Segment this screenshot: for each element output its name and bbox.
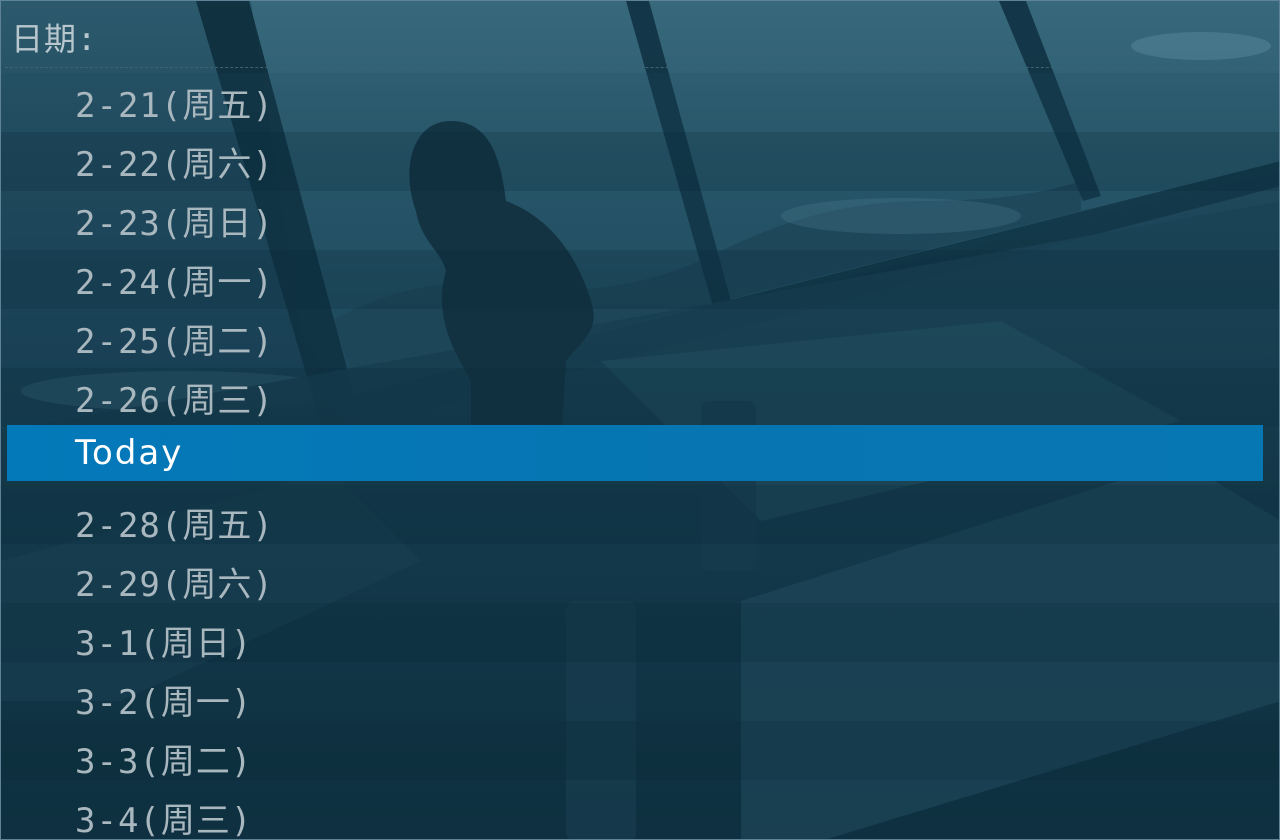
- date-list: 2-21(周五) 2-22(周六) 2-23(周日) 2-24(周一) 2-25…: [7, 73, 1263, 839]
- list-item[interactable]: 2-24(周一): [7, 250, 1263, 309]
- prompt-label: 日期:: [11, 20, 98, 58]
- list-item[interactable]: 2-21(周五): [7, 73, 1263, 132]
- list-item[interactable]: 2-26(周三): [7, 368, 1263, 427]
- list-item[interactable]: 2-29(周六): [7, 552, 1263, 611]
- list-item[interactable]: 3-1(周日): [7, 611, 1263, 670]
- list-item[interactable]: 2-28(周五): [7, 493, 1263, 552]
- prompt-separator: [5, 67, 1279, 68]
- list-item[interactable]: 2-25(周二): [7, 309, 1263, 368]
- launcher-window: 日期: 2-21(周五) 2-22(周六) 2-23(周日) 2-24(周一) …: [0, 0, 1280, 840]
- list-item[interactable]: 3-2(周一): [7, 670, 1263, 729]
- list-item[interactable]: 2-22(周六): [7, 132, 1263, 191]
- list-item[interactable]: 3-3(周二): [7, 729, 1263, 788]
- list-item[interactable]: 3-4(周三): [7, 788, 1263, 839]
- list-item-selected[interactable]: Today: [7, 425, 1263, 481]
- date-selector-menu: 日期: 2-21(周五) 2-22(周六) 2-23(周日) 2-24(周一) …: [1, 1, 1279, 839]
- list-item[interactable]: 2-23(周日): [7, 191, 1263, 250]
